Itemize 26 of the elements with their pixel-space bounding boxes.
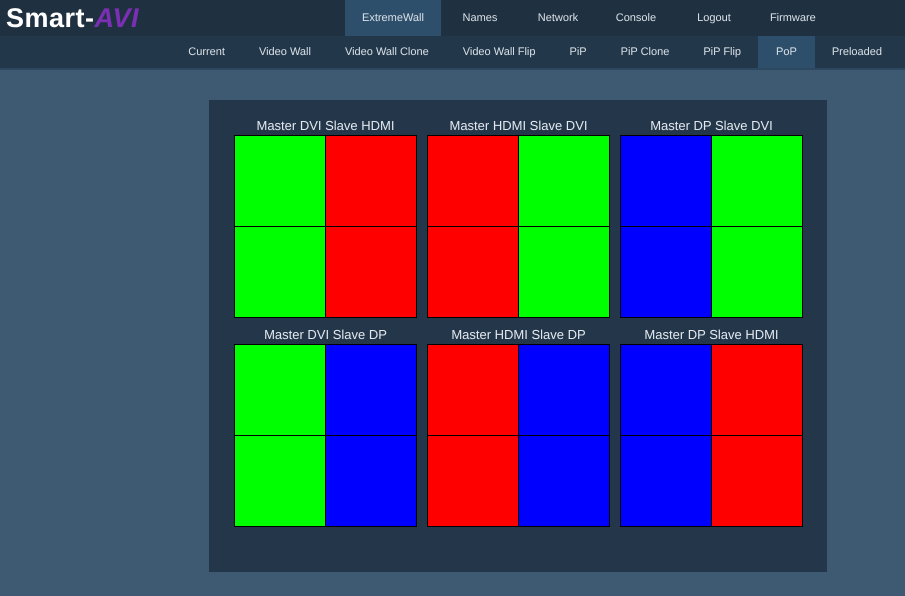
sub-tab[interactable]: Video Wall Clone [328, 36, 446, 68]
nav-tab[interactable]: Firmware [752, 0, 833, 36]
nav-tab[interactable]: Logout [674, 0, 753, 36]
sub-tab[interactable]: Video Wall [242, 36, 328, 68]
pop-layout-preset[interactable] [427, 135, 610, 318]
pop-layout-preset[interactable] [620, 135, 803, 318]
preset-title: Master HDMI Slave DVI [450, 117, 588, 135]
preset-title: Master DP Slave HDMI [644, 326, 779, 344]
logo: Smart-AVI [5, 2, 140, 35]
sub-tab[interactable]: PiP Flip [686, 36, 758, 68]
preset-title: Master DVI Slave DP [264, 326, 387, 344]
sub-tab[interactable]: Current [171, 36, 242, 68]
sub-tab[interactable]: PiP Clone [604, 36, 686, 68]
nav-tab[interactable]: ExtremeWall [345, 0, 441, 36]
preset-title: Master DVI Slave HDMI [256, 117, 394, 135]
sub-tab[interactable]: Video Wall Flip [446, 36, 552, 68]
sub-tab[interactable]: PiP [552, 36, 604, 68]
preset-title: Master DP Slave DVI [650, 117, 773, 135]
pop-layout-preset[interactable] [234, 135, 417, 318]
preset-title: Master HDMI Slave DP [451, 326, 586, 344]
sub-tab[interactable]: Preloaded [814, 36, 899, 68]
nav-tab[interactable]: Names [440, 0, 519, 36]
pop-layout-preset[interactable] [234, 344, 417, 527]
nav-tab[interactable]: Console [596, 0, 675, 36]
sub-tab[interactable]: PoP [758, 36, 815, 68]
nav-tab[interactable]: Network [518, 0, 597, 36]
